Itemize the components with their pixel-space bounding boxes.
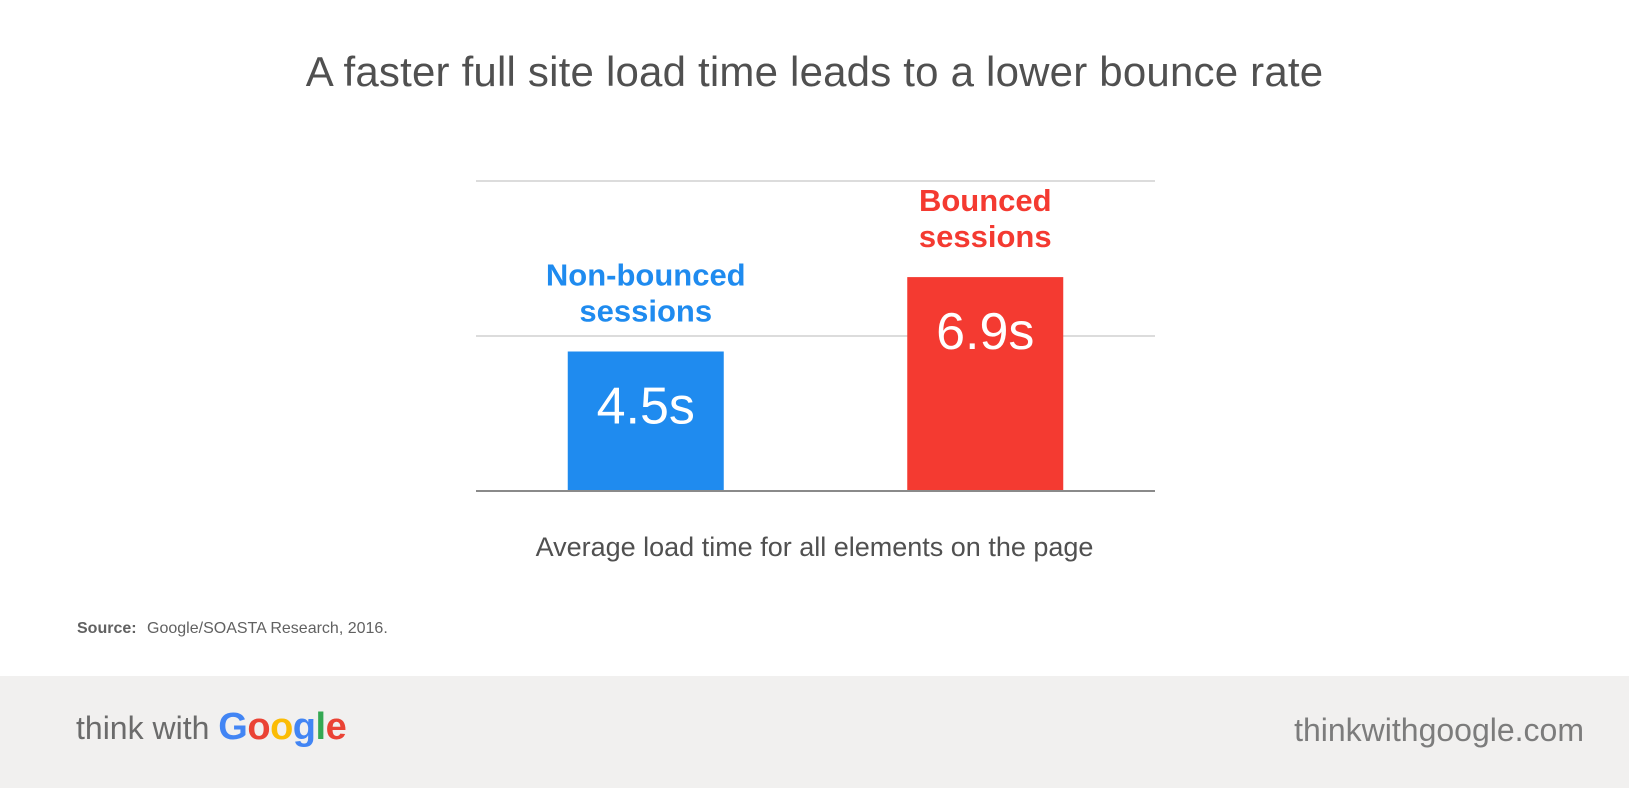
bar-chart: 4.5sNon-bouncedsessions 6.9sBouncedsessio…	[476, 180, 1155, 492]
source-note: Source: Google/SOASTA Research, 2016.	[77, 620, 388, 638]
bar-value-label: 4.5s	[597, 378, 695, 436]
category-label: Non-bounced	[546, 258, 746, 293]
google-letter: o	[247, 706, 271, 748]
category-label: Bounced	[919, 183, 1052, 218]
footer: think with Google thinkwithgoogle.com	[0, 676, 1629, 788]
google-letter: l	[315, 706, 327, 748]
infographic: A faster full site load time leads to a …	[0, 0, 1629, 788]
google-letter: G	[218, 706, 248, 748]
category-label: sessions	[579, 294, 712, 329]
source-label: Source:	[77, 620, 137, 637]
x-axis-label: Average load time for all elements on th…	[535, 532, 1094, 562]
source-text: Google/SOASTA Research, 2016.	[147, 620, 388, 637]
google-letter: g	[292, 706, 316, 748]
bar-value-label: 6.9s	[936, 303, 1034, 361]
google-letter: e	[325, 706, 347, 748]
brand-think: think	[76, 710, 144, 746]
category-label: sessions	[919, 219, 1052, 254]
think-with-google-logo: think with Google	[76, 706, 347, 749]
google-wordmark: Google	[218, 706, 346, 748]
site-url: thinkwithgoogle.com	[1294, 712, 1584, 748]
brand-with: with	[152, 710, 210, 746]
google-letter: o	[270, 706, 293, 748]
